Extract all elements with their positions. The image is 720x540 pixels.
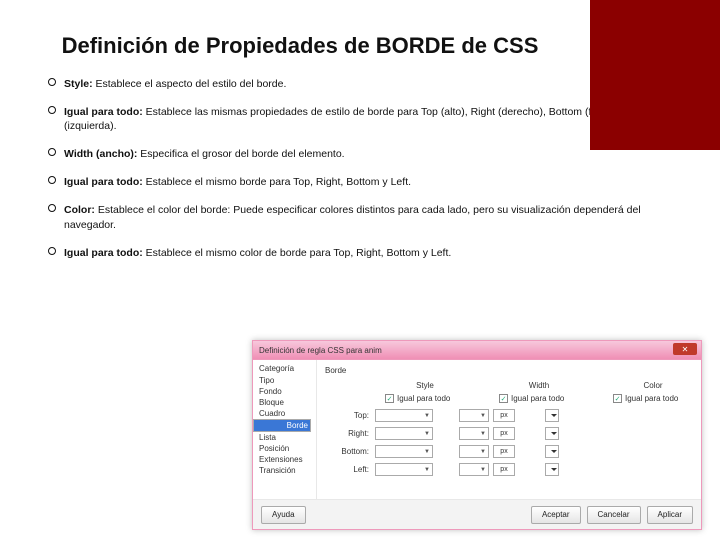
help-button[interactable]: Ayuda <box>261 506 306 524</box>
width-input[interactable]: ▼ <box>459 427 489 440</box>
bullet-icon <box>48 204 56 212</box>
category-item[interactable]: Posición <box>253 443 316 454</box>
border-row: Left: ▼ ▼ px <box>325 463 693 476</box>
row-label: Left: <box>325 465 375 474</box>
category-item[interactable]: Bloque <box>253 397 316 408</box>
category-item[interactable]: Transición <box>253 465 316 476</box>
dialog-title-text: Definición de regla CSS para anim <box>259 346 382 355</box>
dialog-titlebar: Definición de regla CSS para anim ✕ <box>253 341 701 359</box>
chevron-down-icon: ▼ <box>480 431 486 437</box>
list-item: Igual para todo: Establece el mismo bord… <box>48 175 680 189</box>
chevron-down-icon: ▼ <box>424 449 430 455</box>
category-item[interactable]: Cuadro <box>253 408 316 419</box>
row-label: Right: <box>325 429 375 438</box>
chevron-down-icon: ▼ <box>424 431 430 437</box>
style-select[interactable]: ▼ <box>375 445 433 458</box>
color-swatch[interactable] <box>545 445 559 458</box>
row-label: Bottom: <box>325 447 375 456</box>
border-row: Top: ▼ ▼ px <box>325 409 693 422</box>
category-item[interactable]: Extensiones <box>253 454 316 465</box>
dialog-main: Borde Style Width Color ✓Igual para todo… <box>317 360 701 499</box>
cancel-button[interactable]: Cancelar <box>587 506 641 524</box>
color-swatch[interactable] <box>545 409 559 422</box>
bullet-icon <box>48 247 56 255</box>
list-item: Igual para todo: Establece el mismo colo… <box>48 246 680 260</box>
same-width-check[interactable]: ✓Igual para todo <box>499 394 579 403</box>
same-style-check[interactable]: ✓Igual para todo <box>385 394 465 403</box>
border-rows: Top: ▼ ▼ px Right: ▼ ▼ px Bottom: ▼ ▼ px Left: ▼ ▼ px <box>325 409 693 476</box>
category-item[interactable]: Lista <box>253 432 316 443</box>
bullet-icon <box>48 78 56 86</box>
main-header: Borde <box>325 366 693 375</box>
col-color: Color <box>613 381 693 390</box>
color-swatch[interactable] <box>545 427 559 440</box>
list-item: Color: Establece el color del borde: Pue… <box>48 203 680 231</box>
column-headers: Style Width Color <box>385 381 693 390</box>
chevron-down-icon: ▼ <box>480 413 486 419</box>
unit-select[interactable]: px <box>493 463 515 476</box>
style-select[interactable]: ▼ <box>375 409 433 422</box>
accept-button[interactable]: Aceptar <box>531 506 581 524</box>
dialog-footer: Ayuda Aceptar Cancelar Aplicar <box>253 499 701 529</box>
border-row: Right: ▼ ▼ px <box>325 427 693 440</box>
color-swatch[interactable] <box>545 463 559 476</box>
bullet-icon <box>48 106 56 114</box>
bullet-icon <box>48 148 56 156</box>
category-item[interactable]: Tipo <box>253 375 316 386</box>
chevron-down-icon: ▼ <box>424 467 430 473</box>
width-input[interactable]: ▼ <box>459 463 489 476</box>
col-style: Style <box>385 381 465 390</box>
bullet-icon <box>48 176 56 184</box>
unit-select[interactable]: px <box>493 427 515 440</box>
close-icon[interactable]: ✕ <box>673 343 697 355</box>
width-input[interactable]: ▼ <box>459 409 489 422</box>
border-row: Bottom: ▼ ▼ px <box>325 445 693 458</box>
same-for-all-row: ✓Igual para todo ✓Igual para todo ✓Igual… <box>385 394 693 403</box>
category-item[interactable]: Borde <box>253 419 311 432</box>
list-item: Igual para todo: Establece las mismas pr… <box>48 105 680 133</box>
unit-select[interactable]: px <box>493 409 515 422</box>
style-select[interactable]: ▼ <box>375 427 433 440</box>
category-sidebar: Categoría TipoFondoBloqueCuadroBordeList… <box>253 360 317 499</box>
list-item: Width (ancho): Especifica el grosor del … <box>48 147 680 161</box>
category-list: TipoFondoBloqueCuadroBordeListaPosiciónE… <box>253 375 316 476</box>
category-item[interactable]: Fondo <box>253 386 316 397</box>
chevron-down-icon: ▼ <box>480 467 486 473</box>
same-color-check[interactable]: ✓Igual para todo <box>613 394 693 403</box>
width-input[interactable]: ▼ <box>459 445 489 458</box>
style-select[interactable]: ▼ <box>375 463 433 476</box>
chevron-down-icon: ▼ <box>424 413 430 419</box>
category-header: Categoría <box>253 364 316 375</box>
apply-button[interactable]: Aplicar <box>647 506 693 524</box>
col-width: Width <box>499 381 579 390</box>
chevron-down-icon: ▼ <box>480 449 486 455</box>
accent-corner <box>590 0 720 150</box>
list-item: Style: Establece el aspecto del estilo d… <box>48 77 680 91</box>
unit-select[interactable]: px <box>493 445 515 458</box>
css-rule-dialog: Definición de regla CSS para anim ✕ Cate… <box>252 340 702 530</box>
row-label: Top: <box>325 411 375 420</box>
